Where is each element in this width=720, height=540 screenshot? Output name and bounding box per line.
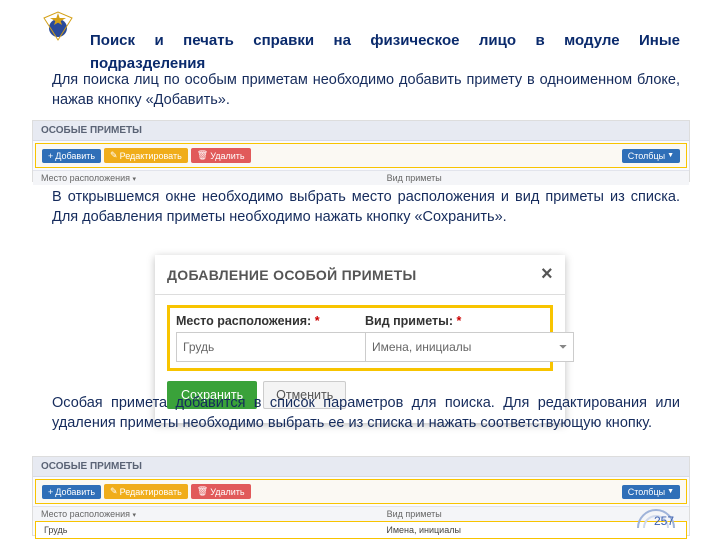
document-title: Поиск и печать справки на физическое лиц…: [90, 30, 680, 75]
chevron-down-icon: ▼: [667, 488, 674, 495]
title-line-1: Поиск и печать справки на физическое лиц…: [90, 30, 680, 53]
mvd-emblem-icon: [40, 10, 76, 51]
table-header-row: Место расположения ▾ Вид приметы: [33, 170, 689, 185]
page-number: 257: [654, 514, 674, 528]
panel-toolbar: + Добавить ✎ Редактировать 🗑 Удалить Сто…: [35, 143, 687, 168]
paragraph-2: В открывшемся окне необходимо выбрать ме…: [52, 187, 680, 228]
panel-header: ОСОБЫЕ ПРИМЕТЫ: [33, 121, 689, 141]
location-select[interactable]: [176, 332, 385, 362]
add-button[interactable]: + Добавить: [42, 149, 101, 163]
add-button[interactable]: + Добавить: [42, 485, 101, 499]
column-location: Место расположения ▾: [41, 509, 387, 519]
dialog-fields: Место расположения: * Вид приметы: *: [167, 305, 553, 371]
panel-header: ОСОБЫЕ ПРИМЕТЫ: [33, 457, 689, 477]
chevron-down-icon: ▼: [667, 152, 674, 159]
screenshot-panel-1: ОСОБЫЕ ПРИМЕТЫ + Добавить ✎ Редактироват…: [32, 120, 690, 182]
column-location: Место расположения ▾: [41, 173, 387, 183]
paragraph-3: Особая примета добавится в список параме…: [52, 393, 680, 434]
close-icon[interactable]: ×: [541, 263, 553, 286]
columns-button-label: Столбцы: [628, 151, 665, 161]
panel-toolbar: + Добавить ✎ Редактировать 🗑 Удалить Сто…: [35, 479, 687, 504]
columns-button[interactable]: Столбцы ▼: [622, 485, 680, 499]
delete-button[interactable]: 🗑 Удалить: [191, 148, 251, 163]
cell-location: Грудь: [44, 525, 386, 535]
location-label: Место расположения: *: [176, 314, 355, 328]
column-view: Вид приметы: [387, 173, 681, 183]
edit-button[interactable]: ✎ Редактировать: [104, 484, 188, 499]
columns-button[interactable]: Столбцы ▼: [622, 149, 680, 163]
view-select[interactable]: [365, 332, 574, 362]
table-row[interactable]: Грудь Имена, инициалы: [35, 521, 687, 539]
cell-view: Имена, инициалы: [386, 525, 678, 535]
dialog-title: ДОБАВЛЕНИЕ ОСОБОЙ ПРИМЕТЫ: [167, 267, 417, 283]
edit-button-label: Редактировать: [120, 151, 182, 161]
edit-button[interactable]: ✎ Редактировать: [104, 148, 188, 163]
delete-button-label: Удалить: [210, 151, 244, 161]
sort-icon: ▾: [133, 512, 137, 519]
paragraph-1: Для поиска лиц по особым приметам необхо…: [52, 70, 680, 111]
screenshot-panel-2: ОСОБЫЕ ПРИМЕТЫ + Добавить ✎ Редактироват…: [32, 456, 690, 536]
delete-button[interactable]: 🗑 Удалить: [191, 484, 251, 499]
table-header-row: Место расположения ▾ Вид приметы: [33, 506, 689, 521]
add-button-label: Добавить: [55, 151, 95, 161]
dialog-header: ДОБАВЛЕНИЕ ОСОБОЙ ПРИМЕТЫ ×: [155, 255, 565, 295]
sort-icon: ▾: [133, 176, 137, 183]
view-label: Вид приметы: *: [365, 314, 544, 328]
